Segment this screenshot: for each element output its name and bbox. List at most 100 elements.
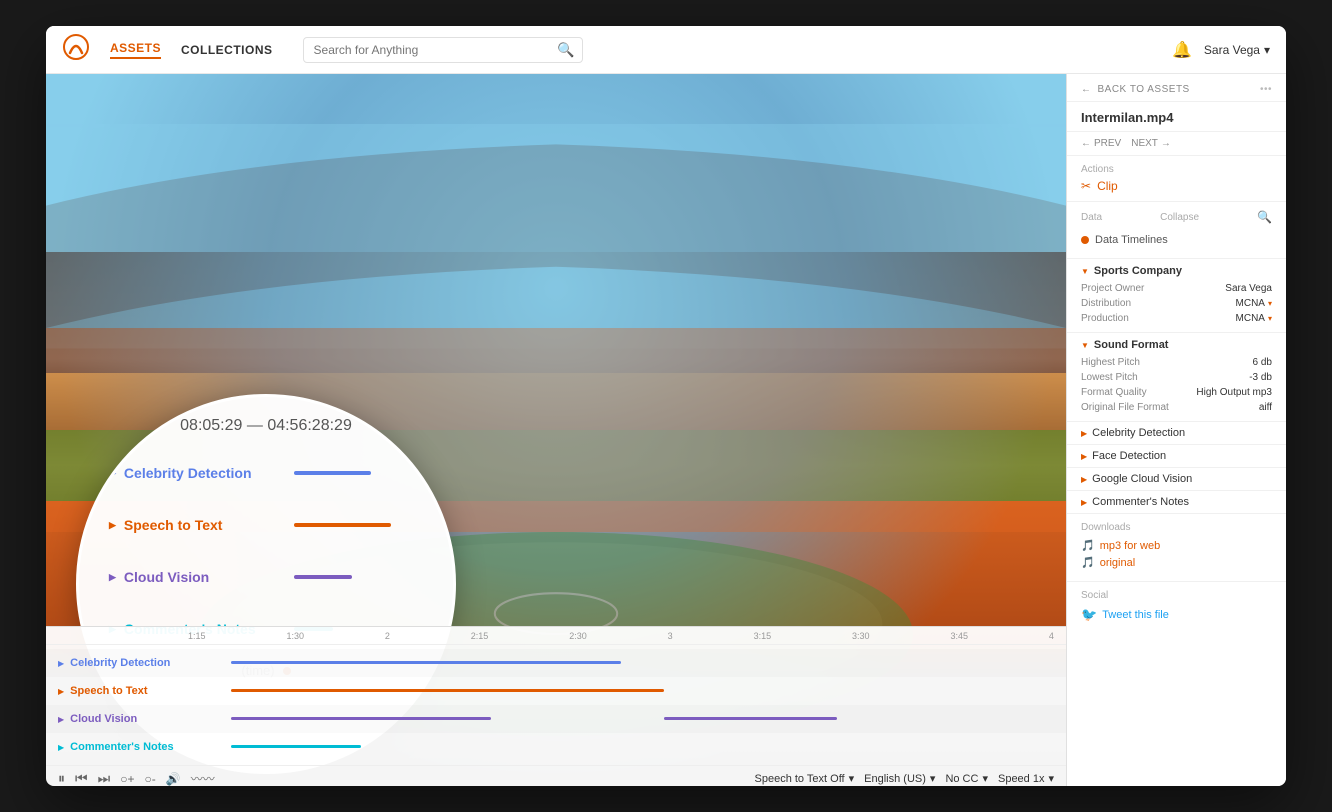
downloads-section: Downloads 🎵 mp3 for web 🎵 original	[1067, 514, 1286, 582]
data-timelines: Data Timelines	[1081, 230, 1272, 250]
nav-search-container: 🔍	[303, 37, 583, 63]
prev-button[interactable]: ← PREV	[1081, 138, 1121, 149]
waveform-icon[interactable]: 〰〰	[191, 770, 215, 786]
timeline-row-commenter[interactable]: ▶ Commenter's Notes	[46, 733, 1066, 761]
social-section: Social 🐦 Tweet this file	[1067, 582, 1286, 631]
production-row: Production MCNA ▾	[1081, 311, 1272, 326]
sound-format-header[interactable]: ▼ Sound Format	[1081, 339, 1272, 351]
distribution-label: Distribution	[1081, 298, 1131, 309]
project-owner-label: Project Owner	[1081, 283, 1144, 294]
speech-bar-area	[188, 689, 1054, 693]
more-icon[interactable]: •••	[1260, 84, 1272, 95]
sound-format-section: ▼ Sound Format Highest Pitch 6 db Lowest…	[1067, 333, 1286, 422]
production-value[interactable]: MCNA ▾	[1236, 313, 1272, 324]
data-label: Data	[1081, 212, 1102, 223]
timeline-scale: 1:15 1:30 2 2:15 2:30 3 3:15 3:30 3:45 4	[46, 627, 1066, 645]
data-section: Data Collapse 🔍 Data Timelines	[1067, 202, 1286, 259]
commenters-notes-row[interactable]: ▶ Commenter's Notes	[1067, 491, 1286, 514]
sports-company-section: ▼ Sports Company Project Owner Sara Vega…	[1067, 259, 1286, 333]
panel-actions: Actions ✂ Clip	[1067, 156, 1286, 202]
original-file-value: aiff	[1259, 402, 1272, 413]
project-owner-value: Sara Vega	[1225, 283, 1272, 294]
data-section-header: Data Collapse 🔍	[1081, 210, 1272, 224]
main-content: 08:05:29 — 04:56:28:29 ▶ Celebrity Detec…	[46, 74, 1286, 786]
browser-window: ASSETS COLLECTIONS 🔍 🔔 Sara Vega ▾	[46, 26, 1286, 786]
bell-icon[interactable]: 🔔	[1172, 40, 1192, 60]
actions-label: Actions	[1081, 164, 1272, 175]
zoom-row-speech: ▶ Speech to Text	[79, 499, 453, 551]
data-search-icon[interactable]: 🔍	[1257, 210, 1272, 224]
language-dropdown[interactable]: English (US) ▾	[864, 772, 935, 785]
format-quality-label: Format Quality	[1081, 387, 1147, 398]
right-panel: ← BACK TO ASSETS ••• Intermilan.mp4 ← PR…	[1066, 74, 1286, 786]
tweet-button[interactable]: 🐦 Tweet this file	[1081, 607, 1272, 623]
zoom-cloud-label: ▶ Cloud Vision	[109, 569, 294, 585]
format-quality-row: Format Quality High Output mp3	[1081, 385, 1272, 400]
original-file-row: Original File Format aiff	[1081, 400, 1272, 415]
back-button[interactable]: ⏮	[75, 770, 88, 786]
highest-pitch-row: Highest Pitch 6 db	[1081, 355, 1272, 370]
lowest-pitch-value: -3 db	[1249, 372, 1272, 383]
logo[interactable]	[62, 33, 90, 66]
distribution-value[interactable]: MCNA ▾	[1236, 298, 1272, 309]
nav-collections[interactable]: COLLECTIONS	[181, 43, 273, 57]
original-file-label: Original File Format	[1081, 402, 1169, 413]
panel-nav: ← PREV NEXT →	[1067, 132, 1286, 156]
next-button[interactable]: NEXT →	[1131, 138, 1171, 149]
search-input[interactable]	[303, 37, 583, 63]
search-icon[interactable]: 🔍	[557, 41, 574, 58]
scale-numbers: 1:15 1:30 2 2:15 2:30 3 3:15 3:30 3:45 4	[188, 631, 1054, 641]
distribution-arrow: ▾	[1268, 299, 1272, 308]
celebrity-label: ▶ Celebrity Detection	[58, 657, 188, 669]
production-label: Production	[1081, 313, 1129, 324]
vol-icon[interactable]: 🔊	[166, 772, 181, 786]
social-label: Social	[1081, 590, 1272, 601]
pause-button[interactable]: ⏸	[58, 770, 65, 786]
zoom-speech-bar	[294, 523, 423, 528]
commenter-bar-area	[188, 745, 1054, 749]
speech-to-text-dropdown[interactable]: Speech to Text Off ▾	[755, 772, 855, 785]
distribution-row: Distribution MCNA ▾	[1081, 296, 1272, 311]
nav-bar: ASSETS COLLECTIONS 🔍 🔔 Sara Vega ▾	[46, 26, 1286, 74]
cloud-label: ▶ Cloud Vision	[58, 713, 188, 725]
clip-button[interactable]: ✂ Clip	[1081, 179, 1272, 193]
cc-dropdown[interactable]: No CC ▾	[945, 772, 988, 785]
user-menu[interactable]: Sara Vega ▾	[1204, 43, 1270, 57]
celebrity-detection-row[interactable]: ▶ Celebrity Detection	[1067, 422, 1286, 445]
video-area[interactable]: 08:05:29 — 04:56:28:29 ▶ Celebrity Detec…	[46, 74, 1066, 786]
timeline-controls: ⏸ ⏮ ⏭ ○+ ○- 🔊 〰〰 Speech to Text Off ▾ En…	[46, 765, 1066, 786]
sub-button[interactable]: ○-	[144, 772, 155, 786]
lowest-pitch-label: Lowest Pitch	[1081, 372, 1138, 383]
collapse-button[interactable]: Collapse	[1160, 212, 1199, 223]
speed-dropdown[interactable]: Speed 1x ▾	[998, 772, 1054, 785]
zoom-cloud-bar	[294, 575, 423, 580]
celebrity-bar-area	[188, 661, 1054, 665]
timeline-row-speech[interactable]: ▶ Speech to Text	[46, 677, 1066, 705]
back-to-assets[interactable]: ← BACK TO ASSETS •••	[1067, 74, 1286, 102]
filename: Intermilan.mp4	[1067, 102, 1286, 132]
downloads-label: Downloads	[1081, 522, 1272, 533]
data-timeline-dot	[1081, 236, 1089, 244]
face-detection-row[interactable]: ▶ Face Detection	[1067, 445, 1286, 468]
google-cloud-vision-row[interactable]: ▶ Google Cloud Vision	[1067, 468, 1286, 491]
timeline-row-celebrity[interactable]: ▶ Celebrity Detection	[46, 649, 1066, 677]
forward-button[interactable]: ⏭	[98, 770, 111, 786]
add-button[interactable]: ○+	[120, 772, 134, 786]
highest-pitch-value: 6 db	[1253, 357, 1272, 368]
lowest-pitch-row: Lowest Pitch -3 db	[1081, 370, 1272, 385]
nav-assets[interactable]: ASSETS	[110, 41, 161, 59]
nav-links: ASSETS COLLECTIONS	[110, 41, 273, 59]
video-timeline: 1:15 1:30 2 2:15 2:30 3 3:15 3:30 3:45 4	[46, 626, 1066, 786]
timeline-rows: ▶ Celebrity Detection ▶ Speech to Text	[46, 645, 1066, 765]
project-owner-row: Project Owner Sara Vega	[1081, 281, 1272, 296]
timeline-row-cloud[interactable]: ▶ Cloud Vision	[46, 705, 1066, 733]
download-original[interactable]: 🎵 original	[1081, 556, 1272, 569]
sports-company-header[interactable]: ▼ Sports Company	[1081, 265, 1272, 277]
commenter-label: ▶ Commenter's Notes	[58, 741, 188, 753]
zoom-celebrity-label: ▶ Celebrity Detection	[109, 465, 294, 481]
zoom-row-celebrity: ▶ Celebrity Detection	[79, 447, 453, 499]
zoom-row-cloud: ▶ Cloud Vision	[79, 551, 453, 603]
download-mp3[interactable]: 🎵 mp3 for web	[1081, 539, 1272, 552]
highest-pitch-label: Highest Pitch	[1081, 357, 1140, 368]
production-arrow: ▾	[1268, 314, 1272, 323]
